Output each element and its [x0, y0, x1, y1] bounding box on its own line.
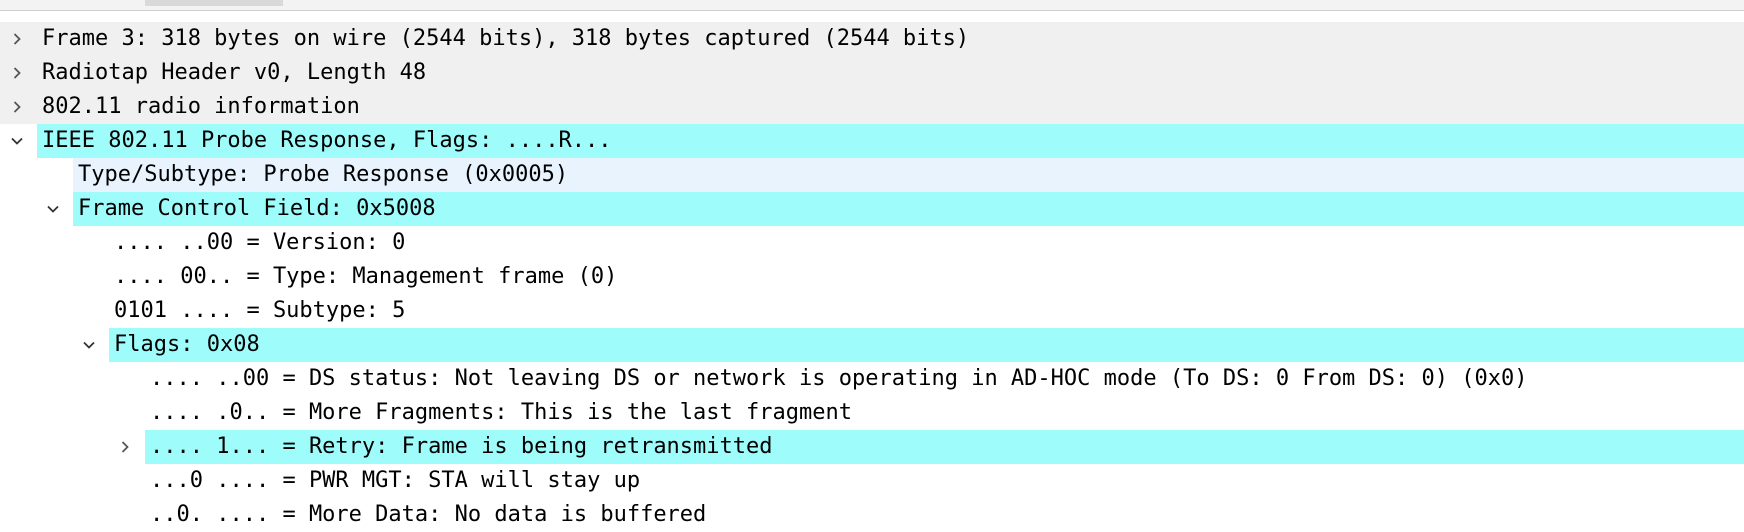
chevron-down-icon[interactable]	[77, 328, 101, 362]
tree-row-label: Radiotap Header v0, Length 48	[42, 60, 427, 85]
tree-row[interactable]: .... 00.. = Type: Management frame (0)	[0, 260, 1744, 294]
tree-row-label: Frame 3: 318 bytes on wire (2544 bits), …	[42, 26, 970, 51]
tree-row[interactable]: 802.11 radio information	[0, 90, 1744, 124]
tree-row-label: 802.11 radio information	[42, 94, 360, 119]
tree-row[interactable]: Frame 3: 318 bytes on wire (2544 bits), …	[0, 22, 1744, 56]
tree-row-label: IEEE 802.11 Probe Response, Flags: ....R…	[42, 128, 612, 153]
packet-details-tree: Frame 3: 318 bytes on wire (2544 bits), …	[0, 22, 1744, 532]
tree-row[interactable]: .... .0.. = More Fragments: This is the …	[0, 396, 1744, 430]
row-highlight	[109, 328, 1744, 362]
tree-row[interactable]: .... ..00 = Version: 0	[0, 226, 1744, 260]
tree-row[interactable]: Frame Control Field: 0x5008	[0, 192, 1744, 226]
chevron-right-icon[interactable]	[5, 22, 29, 56]
tree-row[interactable]: 0101 .... = Subtype: 5	[0, 294, 1744, 328]
tree-row[interactable]: Type/Subtype: Probe Response (0x0005)	[0, 158, 1744, 192]
tree-row[interactable]: Flags: 0x08	[0, 328, 1744, 362]
tree-row[interactable]: Radiotap Header v0, Length 48	[0, 56, 1744, 90]
chevron-right-icon[interactable]	[5, 90, 29, 124]
tree-row[interactable]: ..0. .... = More Data: No data is buffer…	[0, 498, 1744, 532]
tree-row-label: .... ..00 = Version: 0	[114, 230, 406, 255]
toolbar-tab[interactable]	[145, 0, 283, 6]
tree-row-label: 0101 .... = Subtype: 5	[114, 298, 406, 323]
tree-row-label: .... 1... = Retry: Frame is being retran…	[150, 434, 773, 459]
tree-row[interactable]: IEEE 802.11 Probe Response, Flags: ....R…	[0, 124, 1744, 158]
tree-row[interactable]: .... ..00 = DS status: Not leaving DS or…	[0, 362, 1744, 396]
tree-row[interactable]: ...0 .... = PWR MGT: STA will stay up	[0, 464, 1744, 498]
chevron-right-icon[interactable]	[113, 430, 137, 464]
tree-row-label: Frame Control Field: 0x5008	[78, 196, 436, 221]
chevron-down-icon[interactable]	[5, 124, 29, 158]
tree-row-label: Type/Subtype: Probe Response (0x0005)	[78, 162, 569, 187]
tree-row-label: ...0 .... = PWR MGT: STA will stay up	[150, 468, 641, 493]
tree-row-label: .... ..00 = DS status: Not leaving DS or…	[150, 366, 1528, 391]
top-toolbar-strip	[0, 0, 1744, 11]
tree-row-label: ..0. .... = More Data: No data is buffer…	[150, 502, 707, 527]
tree-row[interactable]: .... 1... = Retry: Frame is being retran…	[0, 430, 1744, 464]
tree-row-label: .... .0.. = More Fragments: This is the …	[150, 400, 852, 425]
tree-row-label: .... 00.. = Type: Management frame (0)	[114, 264, 618, 289]
chevron-down-icon[interactable]	[41, 192, 65, 226]
tree-row-label: Flags: 0x08	[114, 332, 260, 357]
chevron-right-icon[interactable]	[5, 56, 29, 90]
